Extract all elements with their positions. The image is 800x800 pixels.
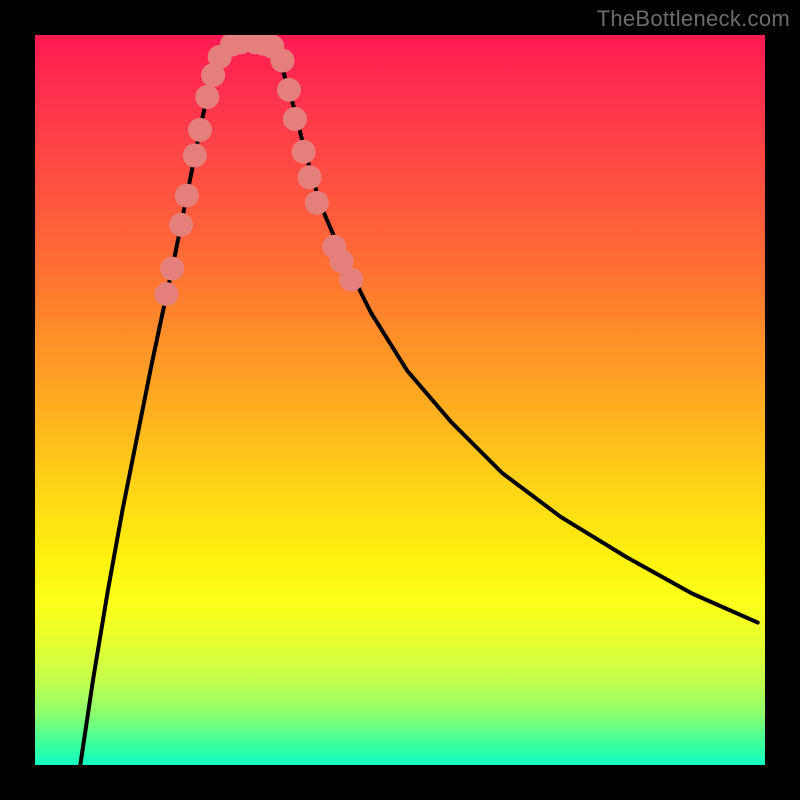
data-dot [305,191,329,215]
data-dot [283,107,307,131]
data-dot [160,257,184,281]
curve-right-curve [276,48,758,623]
chart-svg [35,35,765,765]
data-dot [292,140,316,164]
data-dot [195,85,219,109]
data-dot [169,213,193,237]
data-dot [271,49,295,73]
data-dot [298,165,322,189]
data-dot [175,184,199,208]
data-dot [277,78,301,102]
data-dot [339,268,363,292]
data-dot [154,282,178,306]
data-dot [188,118,212,142]
watermark-text: TheBottleneck.com [597,6,790,32]
data-dot [183,144,207,168]
chart-plot-area [35,35,765,765]
